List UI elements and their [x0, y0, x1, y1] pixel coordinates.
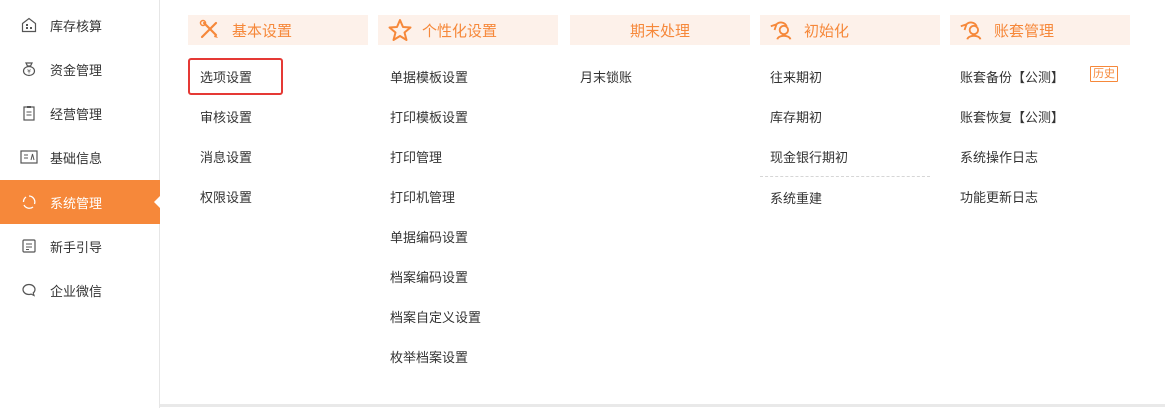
- column-account-set-management: 账套管理: [950, 15, 1130, 45]
- id-card-icon: [20, 148, 38, 166]
- link-cash-bank-opening[interactable]: 现金银行期初: [770, 147, 848, 166]
- link-archive-code-settings[interactable]: 档案编码设置: [390, 267, 468, 286]
- guide-book-icon: [20, 237, 38, 255]
- link-message-settings[interactable]: 消息设置: [200, 147, 252, 166]
- column-basic-settings: 基本设置: [188, 15, 368, 45]
- column-header: 个性化设置: [378, 15, 558, 45]
- clipboard-icon: [20, 104, 38, 122]
- sidebar-item-funds[interactable]: ¥ 资金管理: [0, 47, 160, 91]
- cycle-icon: [20, 193, 38, 211]
- sidebar-item-label: 新手引导: [50, 240, 103, 256]
- column-period-end: 期末处理: [570, 15, 750, 45]
- link-inventory-opening[interactable]: 库存期初: [770, 107, 822, 126]
- history-badge[interactable]: 历史: [1090, 66, 1118, 82]
- link-account-restore[interactable]: 账套恢复【公测】: [960, 107, 1064, 126]
- link-document-code-settings[interactable]: 单据编码设置: [390, 227, 468, 246]
- column-title: 个性化设置: [422, 21, 498, 40]
- link-printer-management[interactable]: 打印机管理: [390, 187, 455, 206]
- column-title: 期末处理: [629, 21, 690, 40]
- sidebar-item-operations[interactable]: 经营管理: [0, 91, 160, 135]
- sidebar-item-label: 经营管理: [50, 107, 103, 123]
- sidebar-item-label: 企业微信: [50, 284, 103, 300]
- refresh-person-icon: [768, 18, 796, 42]
- sidebar: 库存核算 ¥ 资金管理 经营管理 基础信息 系统管理 新手引导 企业微信: [0, 0, 160, 408]
- sidebar-item-wechat[interactable]: 企业微信: [0, 268, 160, 312]
- refresh-person-icon: [958, 18, 986, 42]
- sidebar-item-guide[interactable]: 新手引导: [0, 224, 160, 268]
- link-month-end-lock[interactable]: 月末锁账: [580, 67, 632, 86]
- link-receivable-payable-opening[interactable]: 往来期初: [770, 67, 822, 86]
- money-bag-icon: ¥: [20, 60, 38, 78]
- warehouse-icon: [20, 16, 38, 34]
- sidebar-item-label: 库存核算: [50, 19, 103, 35]
- column-title: 账套管理: [994, 21, 1055, 40]
- link-system-operation-log[interactable]: 系统操作日志: [960, 147, 1038, 166]
- link-audit-settings[interactable]: 审核设置: [200, 107, 252, 126]
- sidebar-item-label: 基础信息: [50, 151, 103, 167]
- column-title: 基本设置: [232, 21, 293, 40]
- link-feature-update-log[interactable]: 功能更新日志: [960, 187, 1038, 206]
- sidebar-item-basic-info[interactable]: 基础信息: [0, 135, 160, 179]
- column-header: 账套管理: [950, 15, 1130, 45]
- link-option-settings[interactable]: 选项设置: [188, 58, 284, 95]
- wrench-pencil-icon: [196, 18, 224, 42]
- column-header: 期末处理: [570, 15, 750, 45]
- column-header: 初始化: [760, 15, 940, 45]
- column-title: 初始化: [804, 21, 850, 40]
- sidebar-item-label: 系统管理: [50, 196, 103, 212]
- column-initialization: 初始化: [760, 15, 940, 45]
- divider: [760, 176, 930, 177]
- link-permission-settings[interactable]: 权限设置: [200, 187, 252, 206]
- link-document-template-settings[interactable]: 单据模板设置: [390, 67, 468, 86]
- column-header: 基本设置: [188, 15, 368, 45]
- link-enum-archive-settings[interactable]: 枚举档案设置: [390, 347, 468, 366]
- chat-bubble-icon: [20, 281, 38, 299]
- svg-text:¥: ¥: [27, 69, 31, 76]
- link-account-backup[interactable]: 账套备份【公测】: [960, 67, 1064, 86]
- link-print-management[interactable]: 打印管理: [390, 147, 442, 166]
- link-archive-custom-settings[interactable]: 档案自定义设置: [390, 307, 481, 326]
- link-print-template-settings[interactable]: 打印模板设置: [390, 107, 468, 126]
- sidebar-item-label: 资金管理: [50, 63, 103, 79]
- star-icon: [386, 18, 414, 42]
- content-bottom-border: [160, 404, 1165, 407]
- sidebar-item-system[interactable]: 系统管理: [0, 180, 160, 224]
- link-system-rebuild[interactable]: 系统重建: [770, 188, 822, 207]
- sidebar-item-inventory[interactable]: 库存核算: [0, 3, 160, 47]
- column-personalization: 个性化设置: [378, 15, 558, 45]
